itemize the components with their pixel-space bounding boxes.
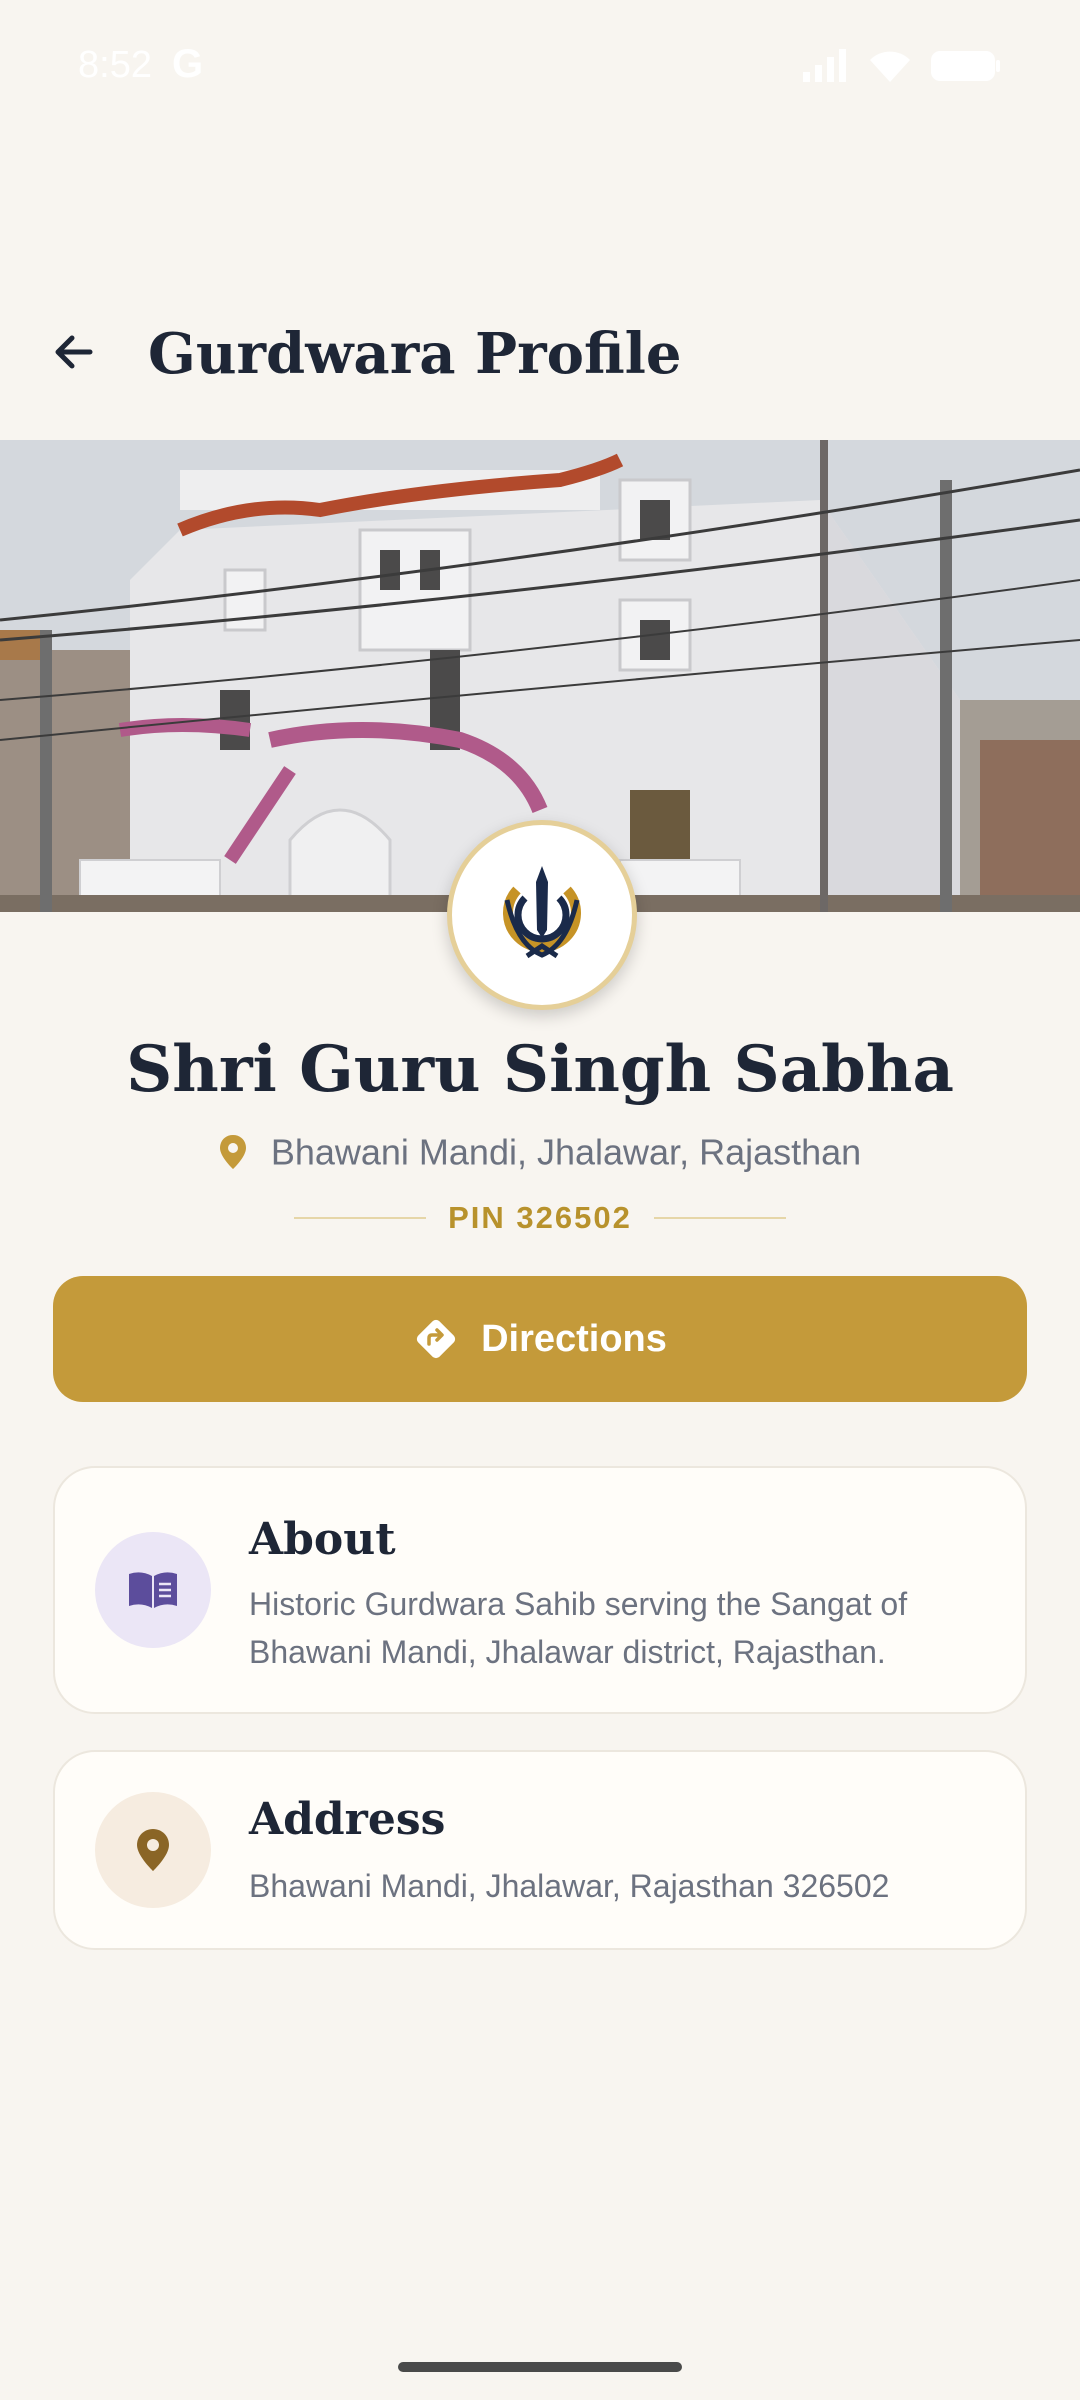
back-button[interactable]	[36, 314, 112, 390]
location-row: Bhawani Mandi, Jhalawar, Rajasthan	[0, 1124, 1080, 1178]
location-text: Bhawani Mandi, Jhalawar, Rajasthan	[270, 1131, 862, 1173]
status-time: 8:52	[78, 44, 152, 86]
directions-button[interactable]: Directions	[53, 1276, 1027, 1402]
about-title: About	[249, 1514, 396, 1565]
divider	[294, 1217, 427, 1219]
location-pin-icon	[95, 1792, 211, 1908]
status-bar: 8:52 G	[0, 0, 1080, 135]
signal-icon	[803, 49, 847, 82]
location-pin-icon	[219, 1135, 246, 1170]
page-title: Gurdwara Profile	[148, 321, 682, 387]
directions-icon	[413, 1316, 459, 1362]
khanda-emblem-icon	[447, 820, 637, 1010]
gurdwara-name: Shri Guru Singh Sabha	[126, 1032, 954, 1107]
about-text: Historic Gurdwara Sahib serving the Sang…	[249, 1586, 908, 1670]
pin-code: PIN 326502	[448, 1200, 632, 1235]
book-icon	[95, 1532, 211, 1648]
address-title: Address	[249, 1794, 446, 1845]
google-icon: G	[172, 42, 204, 86]
arrow-left-icon	[55, 335, 93, 369]
app-bar: Gurdwara Profile	[0, 290, 1080, 420]
about-card: About Historic Gurdwara Sahib serving th…	[53, 1466, 1027, 1714]
pin-code-row: PIN 326502	[0, 1196, 1080, 1240]
directions-label: Directions	[481, 1317, 667, 1360]
battery-icon	[931, 51, 1000, 81]
address-text: Bhawani Mandi, Jhalawar, Rajasthan 32650…	[249, 1868, 890, 1904]
address-card: Address Bhawani Mandi, Jhalawar, Rajasth…	[53, 1750, 1027, 1950]
home-indicator[interactable]	[398, 2362, 682, 2372]
wifi-icon	[869, 51, 910, 82]
status-icons	[801, 48, 1002, 88]
divider	[653, 1217, 786, 1219]
